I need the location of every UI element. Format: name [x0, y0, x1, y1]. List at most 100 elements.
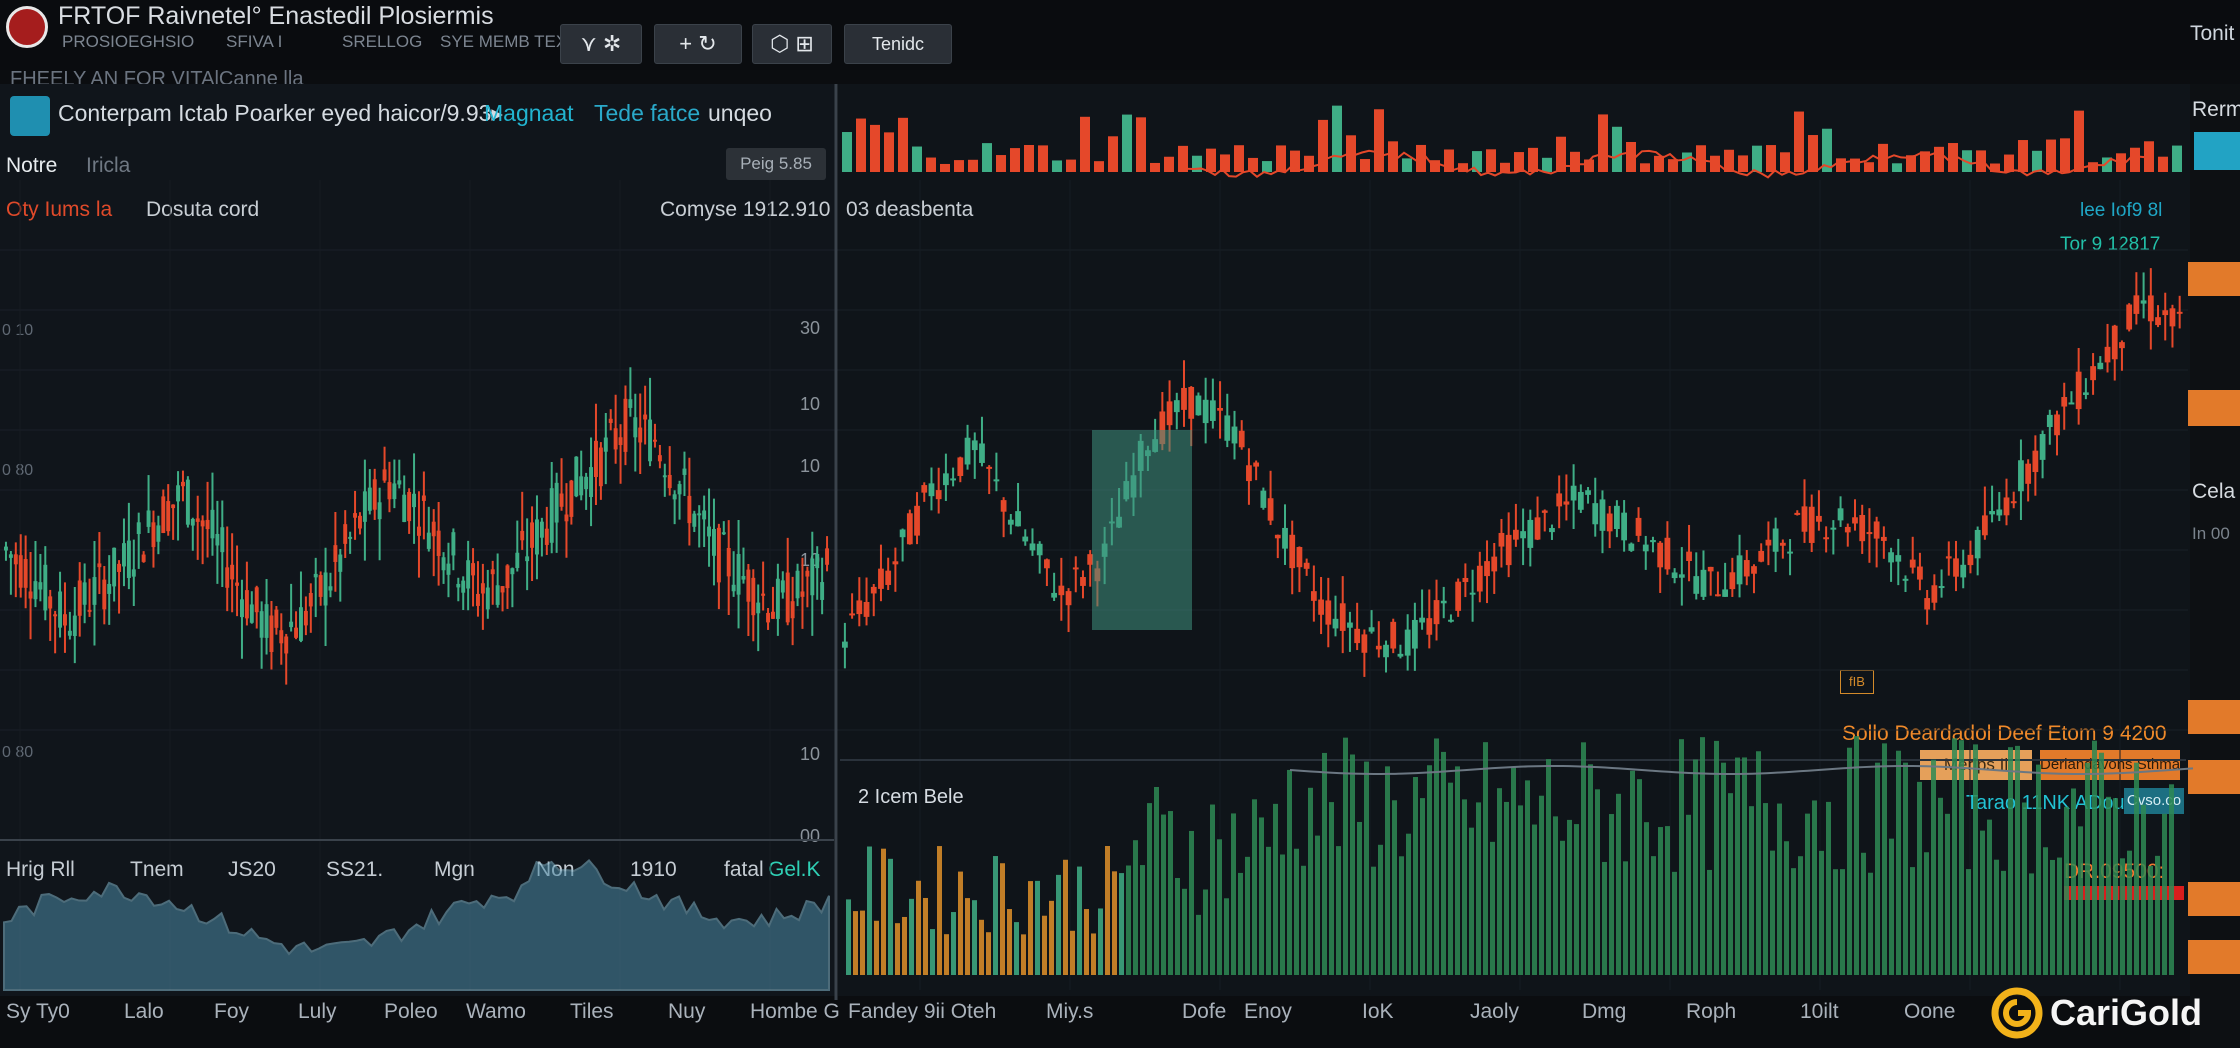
- right-volume-bar: [1490, 841, 1495, 975]
- right-candle: [1729, 572, 1736, 590]
- right-candle: [1664, 537, 1671, 570]
- right-volume-bar: [1203, 889, 1208, 975]
- left-candle: [225, 567, 230, 588]
- right-volume-bar: [2085, 762, 2090, 975]
- right-volume-bar: [1070, 930, 1075, 975]
- right-candle: [899, 529, 906, 538]
- right-candle: [1202, 399, 1209, 424]
- right-volume-bar: [881, 848, 886, 975]
- right-candle: [1007, 519, 1014, 525]
- right-volume-bar: [2057, 857, 2062, 975]
- right-volume-bar: [1938, 797, 1943, 975]
- right-candle: [1808, 506, 1815, 543]
- right-candle: [2169, 308, 2176, 327]
- left-candle: [215, 533, 220, 546]
- right-volume-bar: [2106, 796, 2111, 975]
- top-strip-bar: [884, 132, 894, 172]
- right-volume-bar: [1952, 738, 1957, 975]
- right-volume-bar: [902, 916, 907, 975]
- left-candle: [264, 604, 269, 638]
- right-candle: [1289, 534, 1296, 569]
- right-candle: [2119, 342, 2125, 349]
- right-volume-bar: [1623, 861, 1628, 975]
- right-candle: [1772, 528, 1779, 552]
- footer-right-6: Jaoly: [1470, 1000, 1520, 1023]
- right-candle: [2061, 397, 2068, 407]
- right-volume-bar: [2029, 873, 2034, 975]
- chart-canvas: [0, 84, 2194, 1000]
- right-volume-bar: [2141, 804, 2146, 975]
- left-candle: [785, 572, 790, 623]
- top-strip-bar: [940, 163, 950, 172]
- right-volume-bar: [1273, 803, 1278, 975]
- right-volume-bar: [1756, 751, 1761, 975]
- top-strip-bar: [1024, 144, 1034, 172]
- top-strip-bar: [2060, 138, 2070, 172]
- right-volume-bar: [867, 846, 872, 975]
- right-candle: [1614, 505, 1620, 530]
- right-volume-bar: [1427, 765, 1432, 975]
- top-strip-bar: [968, 159, 978, 172]
- right-volume-bar: [1119, 873, 1124, 975]
- right-volume-bar: [916, 880, 921, 975]
- right-volume-bar: [2162, 813, 2167, 975]
- right-candle: [1873, 521, 1880, 539]
- right-volume-bar: [2092, 740, 2097, 975]
- right-candle: [1989, 511, 1995, 515]
- right-volume-bar: [951, 912, 956, 975]
- left-candle: [97, 563, 102, 568]
- right-volume-bar: [888, 858, 893, 975]
- right-volume-bar: [2050, 859, 2055, 975]
- right-volume-bar: [1378, 844, 1383, 975]
- right-volume-bar: [1889, 838, 1894, 975]
- right-candle: [1080, 577, 1086, 586]
- left-candle: [333, 545, 338, 562]
- right-candle: [1433, 600, 1440, 625]
- right-candle: [1549, 528, 1555, 533]
- right-candle: [1628, 543, 1635, 551]
- right-candle: [2176, 311, 2183, 314]
- left-candle: [569, 480, 574, 517]
- left-candle: [574, 456, 579, 497]
- right-candle: [2054, 414, 2060, 436]
- right-candle: [1960, 564, 1967, 578]
- left-candle: [8, 554, 13, 558]
- left-candle: [171, 504, 176, 509]
- left-candle: [67, 630, 72, 636]
- right-volume-bar: [2169, 784, 2174, 975]
- top-strip-bar: [842, 132, 852, 172]
- footer-right-2: Miy.s: [1046, 1000, 1094, 1023]
- right-candle: [1390, 621, 1397, 649]
- right-candle: [2003, 497, 2010, 516]
- top-strip-bar: [1332, 105, 1342, 172]
- right-candle: [1347, 622, 1353, 628]
- right-volume-bar: [1112, 871, 1117, 975]
- left-candle: [623, 398, 628, 452]
- left-candle: [284, 636, 289, 654]
- watermark-text: CariGold: [2050, 992, 2203, 1033]
- left-candle: [392, 483, 397, 500]
- left-candle: [707, 526, 712, 537]
- footer-right-8: Roph: [1686, 1000, 1737, 1023]
- left-candle: [500, 586, 505, 593]
- top-strip-bar: [912, 146, 922, 172]
- right-candle: [2147, 295, 2154, 322]
- top-strip-bar: [1640, 163, 1650, 172]
- right-candle: [1556, 493, 1563, 507]
- right-volume-bar: [1042, 915, 1047, 975]
- left-volume-area: [3, 859, 830, 991]
- left-candle: [18, 555, 23, 588]
- left-candle: [721, 532, 726, 535]
- footer-left-1: Sy Ty0: [6, 1000, 70, 1023]
- top-strip-bar: [1080, 116, 1090, 172]
- right-candle: [906, 513, 913, 545]
- right-candle: [1484, 561, 1490, 577]
- left-candle: [485, 587, 490, 610]
- right-candle: [1736, 555, 1743, 585]
- right-volume-bar: [1770, 850, 1775, 975]
- left-candle: [166, 501, 171, 532]
- top-strip-bar: [1010, 148, 1020, 172]
- right-volume-bar: [1049, 900, 1054, 975]
- left-candle: [318, 575, 323, 597]
- left-candle: [633, 417, 638, 438]
